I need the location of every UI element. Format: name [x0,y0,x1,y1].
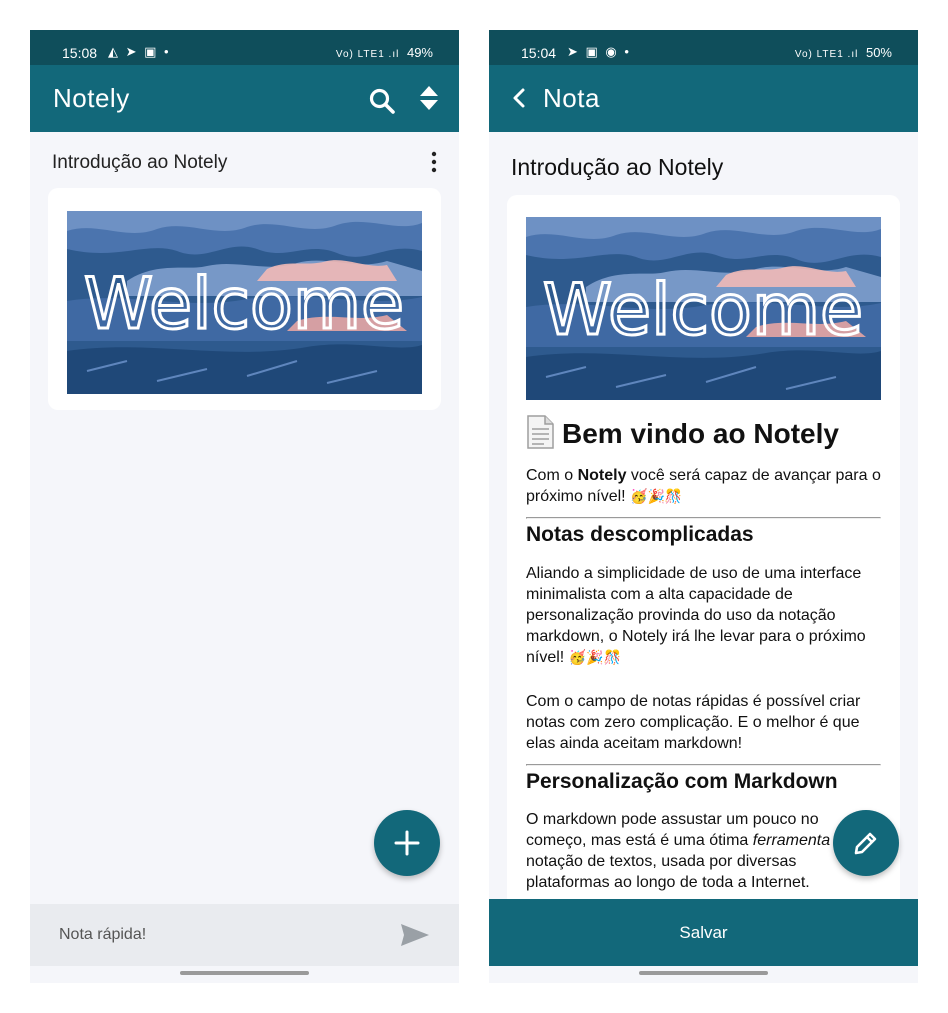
more-vert-icon[interactable] [428,150,440,174]
notification-icons: ➤ ▣ ◉ • [567,44,631,59]
home-indicator [639,971,768,975]
section-1: Notas descomplicadas [526,522,881,548]
status-time: 15:04 [521,45,557,61]
intro-bold: Notely [577,467,627,484]
welcome-image [526,217,881,400]
app-bar: Nota [489,65,918,132]
send-icon[interactable] [400,923,430,947]
celebration-emoji: 🥳🎉🎊 [630,488,683,504]
edit-icon [854,832,877,855]
notes-list-screen: 15:08 ◭ ➤ ▣ • Vo) LTE1 .ıl 49% Notely In… [30,30,459,983]
status-right: Vo) LTE1 .ıl 49% [336,45,433,60]
note-detail-screen: 15:04 ➤ ▣ ◉ • Vo) LTE1 .ıl 50% Nota Intr… [489,30,918,983]
status-right: Vo) LTE1 .ıl 50% [795,45,892,60]
document-icon [527,415,554,449]
note-content-card: Bem vindo ao Notely Com o Notely você se… [507,195,900,915]
content-h1-row: Bem vindo ao Notely [526,415,881,451]
quick-note-bar: Nota rápida! [30,904,459,966]
divider [526,764,881,766]
divider [526,517,881,519]
note-card[interactable] [48,188,441,410]
section-2: Personalização com Markdown [526,769,881,795]
edit-note-button[interactable] [833,810,899,876]
home-indicator [180,971,309,975]
network-indicator: Vo) LTE1 .ıl [794,49,859,60]
note-title[interactable]: Introdução ao Notely [52,152,227,174]
intro-paragraph: Com o Notely você será capaz de avançar … [526,465,881,507]
status-bar: 15:04 ➤ ▣ ◉ • Vo) LTE1 .ıl 50% [489,30,918,65]
battery-level: 49% [406,45,433,60]
save-button[interactable]: Salvar [489,899,918,966]
quick-note-input[interactable]: Nota rápida! [59,926,146,944]
app-title: Notely [53,83,130,113]
network-indicator: Vo) LTE1 .ıl [335,49,400,60]
app-bar: Notely [30,65,459,132]
welcome-image [67,211,422,394]
content-h1: Bem vindo ao Notely [526,415,881,451]
battery-level: 50% [865,45,892,60]
back-icon[interactable] [509,87,531,109]
add-note-button[interactable] [374,810,440,876]
celebration-emoji: 🥳🎉🎊 [568,649,621,665]
sort-icon[interactable] [419,85,439,111]
save-label: Salvar [679,923,728,942]
section-2-heading: Personalização com Markdown [526,770,838,793]
paragraph-3-em: ferramenta [752,832,831,849]
content-h1-text: Bem vindo ao Notely [562,418,839,449]
app-title: Nota [543,83,600,113]
paragraph-1: Aliando a simplicidade de uso de uma int… [526,563,881,668]
add-icon [394,830,420,856]
note-title: Introdução ao Notely [511,154,724,180]
notification-icons: ◭ ➤ ▣ • [108,44,171,59]
intro-pre: Com o [526,467,578,484]
status-bar: 15:08 ◭ ➤ ▣ • Vo) LTE1 .ıl 49% [30,30,459,65]
paragraph-3: O markdown pode assustar um pouco no com… [526,809,881,893]
paragraph-2: Com o campo de notas rápidas é possível … [526,693,861,752]
search-icon[interactable] [368,87,396,115]
status-time: 15:08 [62,45,98,61]
section-1-heading: Notas descomplicadas [526,523,754,546]
